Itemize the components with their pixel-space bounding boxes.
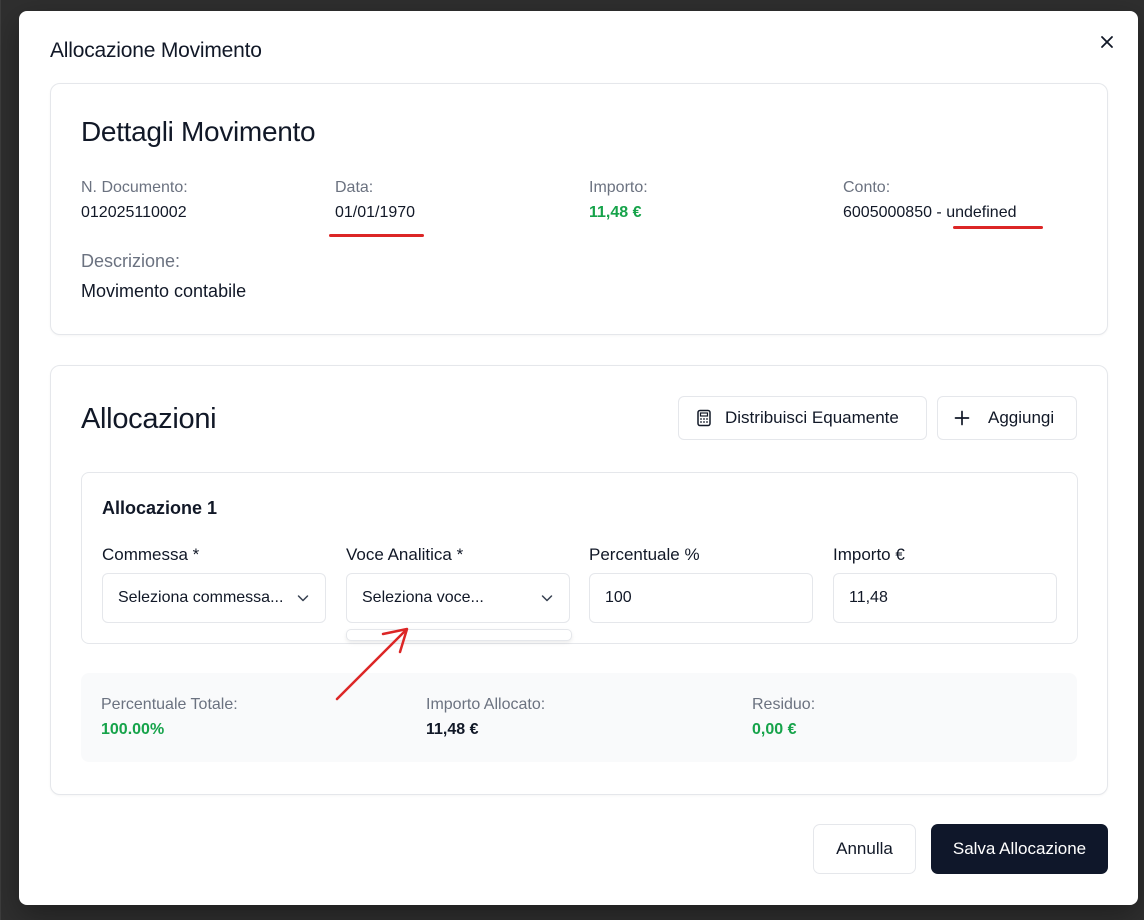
allocations-card: Allocazioni Distribuisci Equamente Aggiu… (50, 365, 1108, 795)
account-label: Conto: (843, 179, 891, 196)
date-label: Data: (335, 179, 374, 196)
amount-input-value: 11,48 (849, 589, 888, 606)
details-card: Dettagli Movimento N. Documento: 0120251… (50, 83, 1108, 335)
allocated-amount-value: 11,48 € (426, 721, 479, 738)
calculator-icon (697, 409, 711, 427)
amount-input[interactable]: 11,48 (833, 573, 1057, 623)
description-label: Descrizione: (81, 251, 181, 271)
close-button[interactable] (1094, 29, 1120, 55)
distribute-equally-button[interactable]: Distribuisci Equamente (678, 396, 927, 440)
doc-number-label: N. Documento: (81, 179, 188, 196)
residual-label: Residuo: (752, 696, 816, 713)
allocations-title: Allocazioni (81, 403, 217, 435)
commessa-select-value: Seleziona commessa... (118, 589, 284, 606)
annotation-underline-date (329, 234, 424, 237)
percent-label: Percentuale % (589, 545, 700, 564)
residual-value: 0,00 € (752, 721, 797, 738)
allocation-item-title: Allocazione 1 (102, 498, 218, 518)
commessa-select[interactable]: Seleziona commessa... (102, 573, 326, 623)
allocated-amount-label: Importo Allocato: (426, 696, 546, 713)
percent-input-value: 100 (605, 589, 632, 606)
cancel-button[interactable]: Annulla (813, 824, 916, 874)
allocation-modal: Allocazione Movimento Dettagli Movimento… (19, 11, 1138, 905)
allocation-item: Allocazione 1 Commessa * Seleziona comme… (81, 472, 1078, 644)
annotation-underline-account (953, 226, 1043, 229)
total-percent-label: Percentuale Totale: (101, 696, 238, 713)
chevron-down-icon (541, 595, 553, 602)
doc-number-value: 012025110002 (81, 204, 187, 221)
plus-icon (954, 410, 970, 426)
amount-input-label: Importo € (833, 545, 905, 564)
allocation-summary: Percentuale Totale: 100.00% Importo Allo… (81, 673, 1077, 762)
percent-input[interactable]: 100 (589, 573, 813, 623)
account-value: 6005000850 - undefined (843, 204, 1017, 221)
voce-analitica-select-value: Seleziona voce... (362, 589, 484, 606)
voce-analitica-select[interactable]: Seleziona voce... (346, 573, 570, 623)
amount-value: 11,48 € (589, 204, 642, 221)
add-allocation-button[interactable]: Aggiungi (937, 396, 1077, 440)
chevron-down-icon (297, 595, 309, 602)
distribute-equally-label: Distribuisci Equamente (725, 408, 899, 427)
amount-label: Importo: (589, 179, 648, 196)
voce-analitica-label: Voce Analitica * (346, 545, 464, 564)
date-value: 01/01/1970 (335, 204, 416, 221)
voce-analitica-dropdown-empty (346, 629, 572, 641)
modal-title: Allocazione Movimento (50, 39, 262, 62)
commessa-label: Commessa * (102, 545, 200, 564)
description-value: Movimento contabile (81, 281, 247, 301)
close-icon (1101, 36, 1113, 48)
add-allocation-label: Aggiungi (988, 408, 1055, 427)
save-allocation-button[interactable]: Salva Allocazione (931, 824, 1108, 874)
details-title: Dettagli Movimento (81, 116, 316, 147)
total-percent-value: 100.00% (101, 721, 165, 738)
